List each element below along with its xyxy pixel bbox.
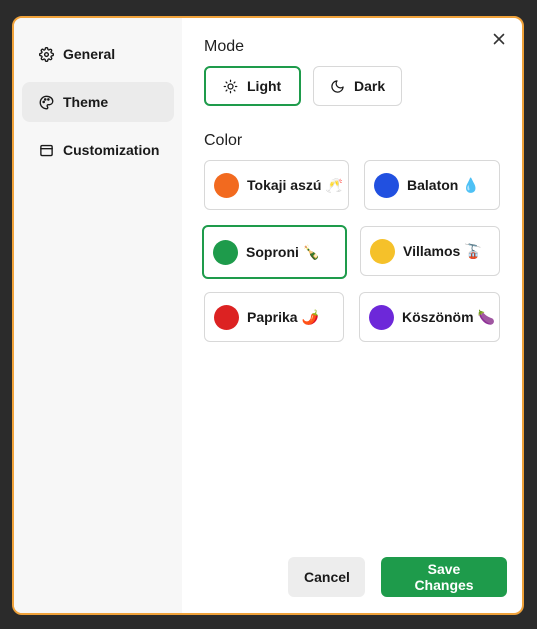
chili-pepper-icon: 🌶️ [301,308,320,325]
eggplant-icon: 🍆 [477,308,495,325]
color-swatch [370,238,395,264]
mode-title: Mode [204,38,245,55]
theme-panel: Mode Light Dark Color Tokaji aszú 🥂 Bala… [182,18,522,613]
color-swatch [369,304,394,330]
color-option-soproni[interactable]: Soproni 🍾 [202,225,347,279]
mode-label: Dark [354,78,386,94]
sidebar: General Theme Customization [14,18,182,613]
save-changes-button[interactable]: Save Changes [381,557,507,597]
sidebar-item-general[interactable]: General [22,34,174,74]
color-option-paprika[interactable]: Paprika 🌶️ [204,292,344,342]
color-option-balaton[interactable]: Balaton 💧 [364,160,500,210]
water-drop-icon: 💧 [462,176,480,193]
mode-dark-button[interactable]: Dark [313,66,402,106]
mode-options: Light Dark [204,66,522,106]
palette-icon [38,94,54,110]
color-swatch [374,172,399,198]
color-label: Tokaji aszú [247,177,322,193]
color-swatch [214,304,239,330]
color-label: Balaton [407,177,459,193]
tram-icon: 🚡 [464,242,482,259]
close-button[interactable] [490,32,508,50]
mode-label: Light [247,78,282,94]
color-options: Tokaji aszú 🥂 Balaton 💧 Soproni 🍾 Villam… [202,160,522,350]
champagne-glasses-icon: 🥂 [325,176,343,193]
color-title: Color [204,132,243,149]
sidebar-item-customization[interactable]: Customization [22,130,174,170]
color-option-villamos[interactable]: Villamos 🚡 [360,226,500,276]
sun-icon [222,78,238,94]
close-icon [493,32,505,50]
cancel-button[interactable]: Cancel [288,557,365,597]
color-label: Paprika [247,309,298,325]
color-label: Soproni [246,244,299,260]
dialog-footer: Cancel Save Changes [288,557,507,597]
color-label: Villamos [403,243,461,259]
bottle-icon: 🍾 [302,243,321,260]
settings-dialog: General Theme Customization Mode Light D… [12,16,524,615]
moon-icon [330,78,345,94]
sidebar-item-label: Customization [63,142,160,158]
color-label: Köszönöm [402,309,474,325]
sidebar-item-theme[interactable]: Theme [22,82,174,122]
sidebar-item-label: General [63,46,116,62]
color-option-tokaji[interactable]: Tokaji aszú 🥂 [204,160,349,210]
gear-icon [38,46,54,62]
sidebar-item-label: Theme [63,94,109,110]
color-option-koszonom[interactable]: Köszönöm 🍆 [359,292,500,342]
mode-light-button[interactable]: Light [204,66,301,106]
color-swatch [213,239,238,265]
window-icon [38,142,54,158]
color-swatch [214,172,239,198]
